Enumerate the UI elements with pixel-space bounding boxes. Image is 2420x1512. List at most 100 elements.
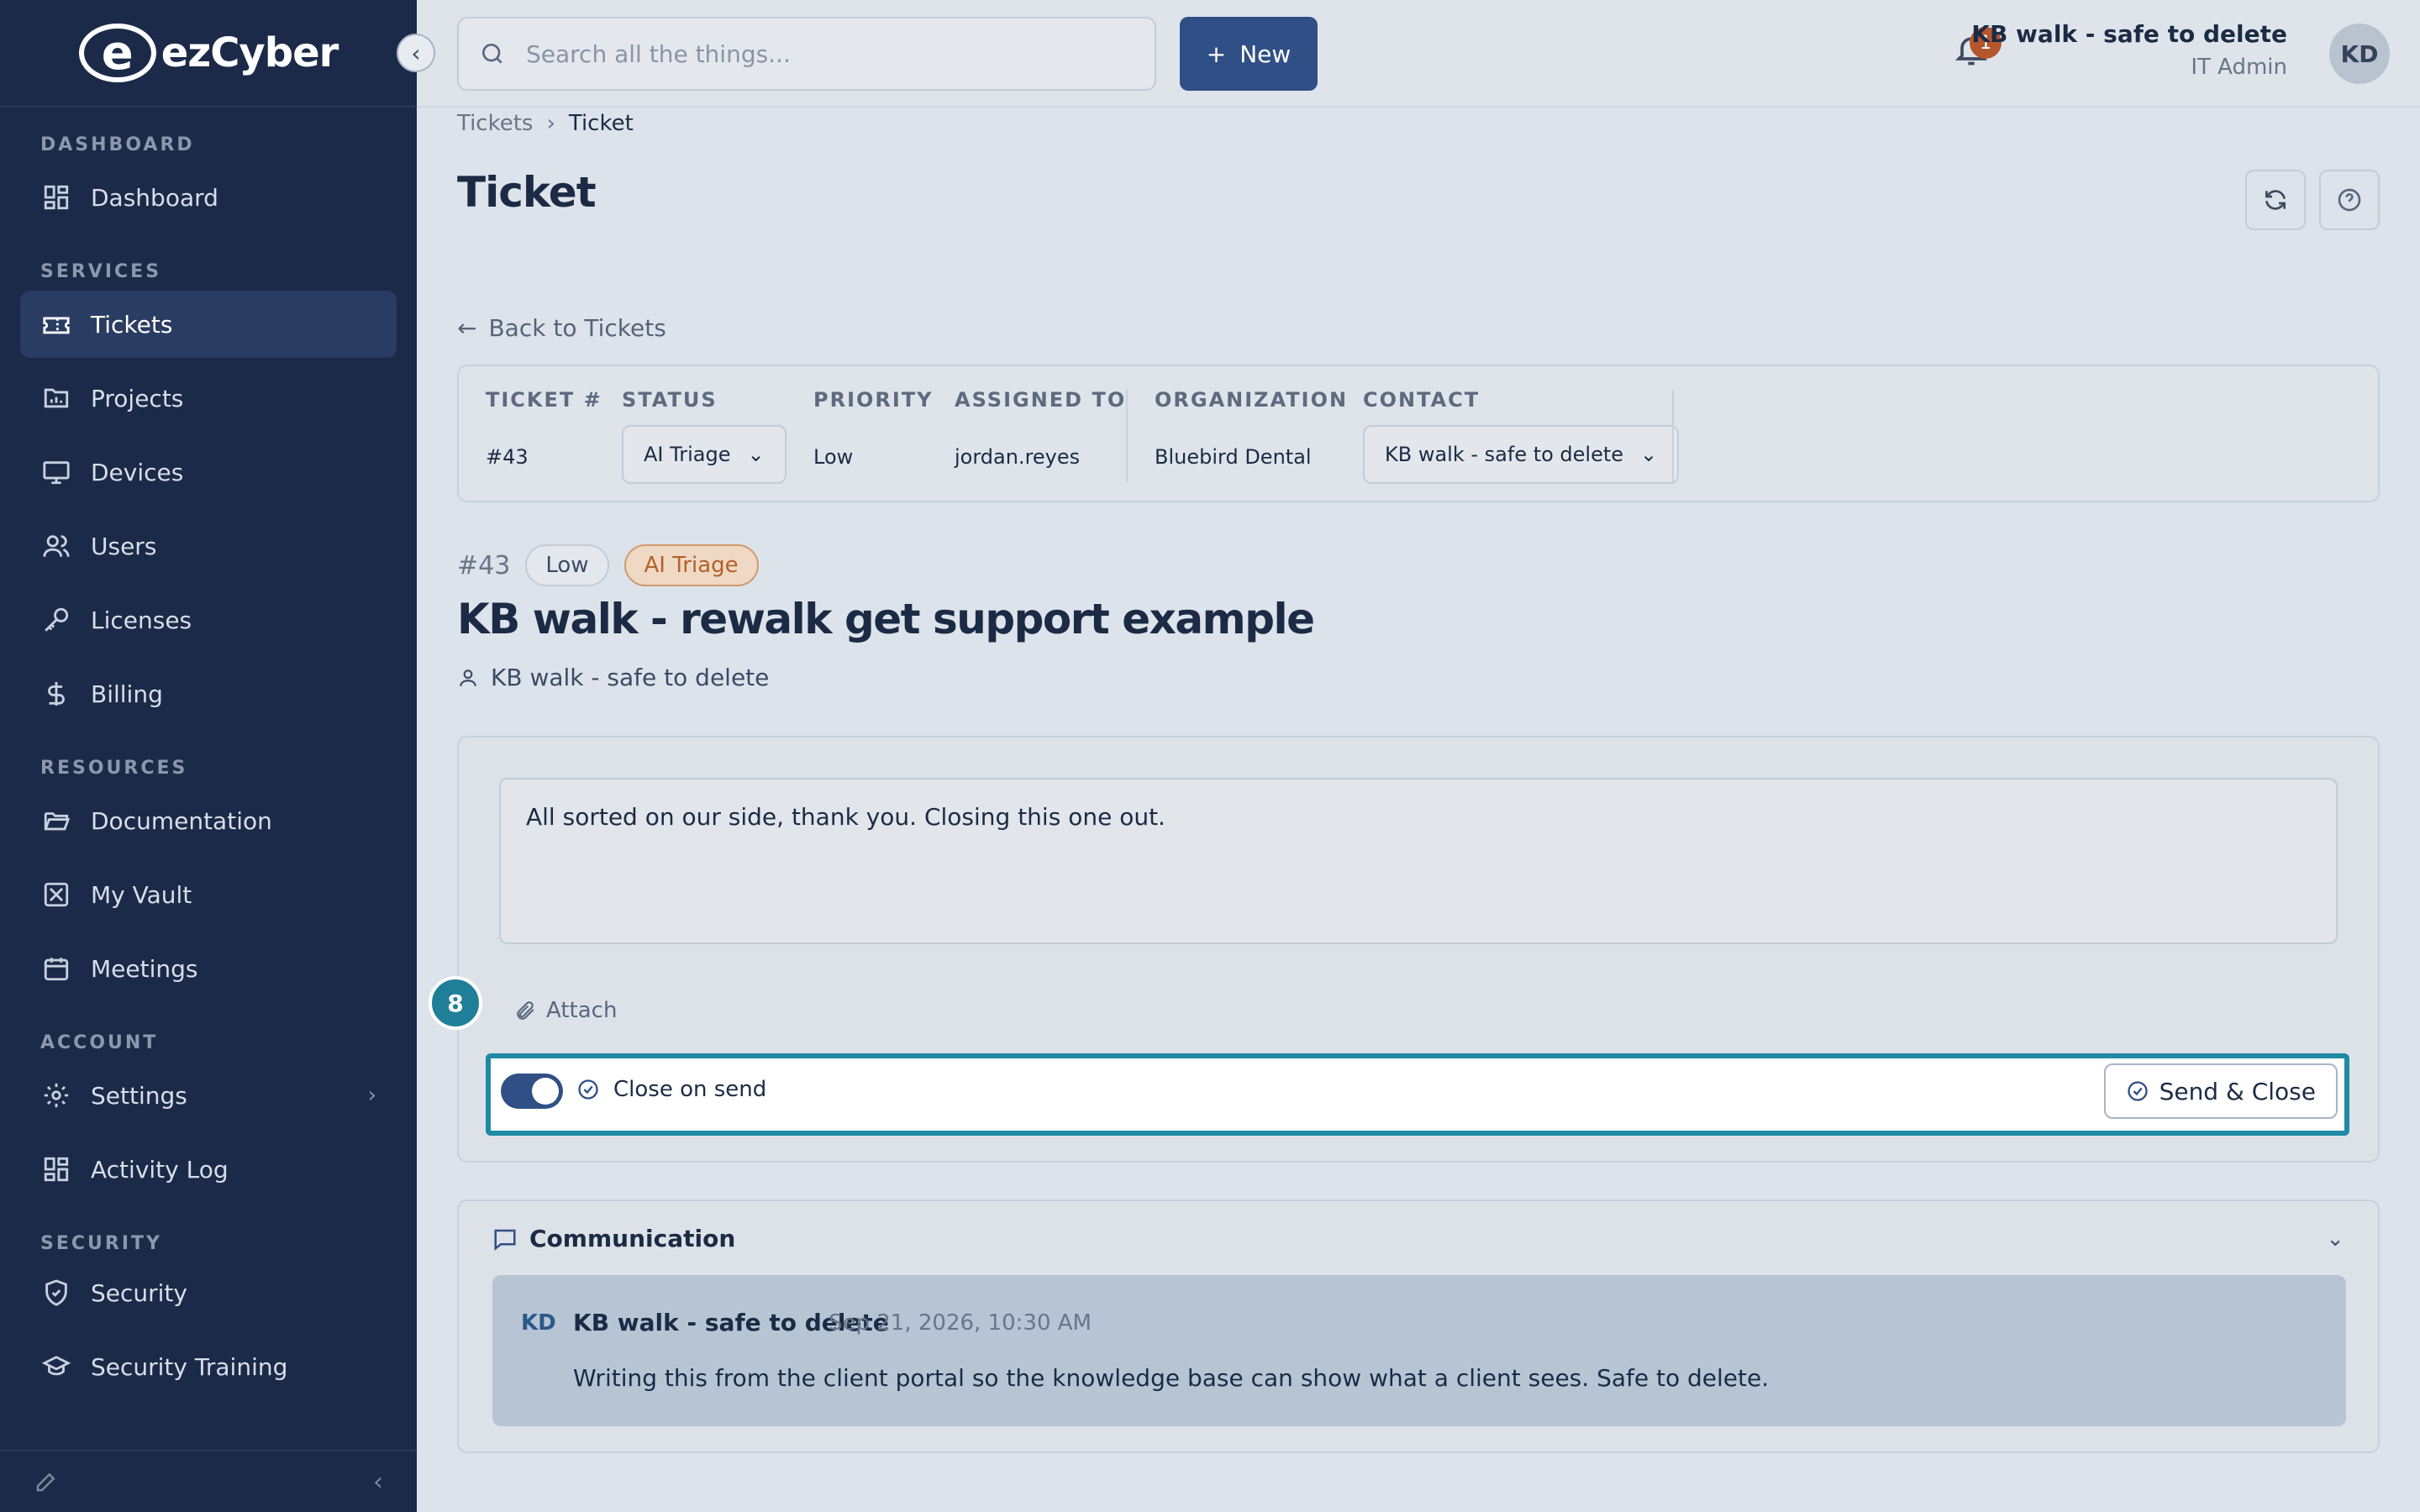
help-button[interactable] [2319, 170, 2380, 230]
plus-icon: + [1206, 39, 1227, 68]
priority-badge: Low [525, 544, 609, 586]
section-resources: RESOURCES [40, 758, 188, 779]
sidebar-item-licenses[interactable]: Licenses [20, 586, 397, 654]
meta-assigned-to: ASSIGNED TO jordan.reyes [955, 388, 1126, 469]
grid-icon [40, 1153, 72, 1185]
user-icon [457, 667, 479, 689]
sidebar-item-label: Documentation [91, 806, 272, 835]
status-select[interactable]: AI Triage ⌄ [622, 425, 786, 484]
sidebar-footer: ‹ [0, 1450, 417, 1512]
close-on-send-toggle[interactable] [501, 1074, 563, 1109]
status-value: AI Triage [644, 443, 731, 466]
sidebar-item-security[interactable]: Security [20, 1259, 397, 1326]
brand-logo[interactable]: e ezCyber [0, 0, 417, 108]
shield-icon [40, 1277, 72, 1309]
send-and-close-button[interactable]: Send & Close [2103, 1063, 2338, 1119]
attach-button[interactable]: Attach [514, 998, 617, 1023]
sidebar-item-label: Devices [91, 458, 184, 486]
back-to-tickets-link[interactable]: ← Back to Tickets [457, 314, 666, 342]
contact-select[interactable]: KB walk - safe to delete ⌄ [1363, 425, 1680, 484]
meta-value: Bluebird Dental [1155, 445, 1312, 469]
breadcrumb-tickets[interactable]: Tickets [457, 111, 533, 136]
chevron-right-icon: › [546, 111, 555, 136]
reply-textarea[interactable]: All sorted on our side, thank you. Closi… [499, 778, 2338, 944]
page-title: Ticket [457, 168, 597, 217]
search-input[interactable]: Search all the things... [457, 17, 1156, 91]
search-placeholder: Search all the things... [526, 39, 791, 68]
collapse-sidebar-button[interactable]: ‹ [397, 34, 435, 72]
sidebar-item-label: Security Training [91, 1352, 288, 1381]
logo-mark: e [78, 24, 156, 82]
status-badge: AI Triage [623, 544, 759, 586]
divider [1126, 390, 1128, 482]
sidebar-item-security-training[interactable]: Security Training [20, 1333, 397, 1400]
sidebar-item-dashboard[interactable]: Dashboard [20, 164, 397, 231]
sidebar-item-label: Security [91, 1278, 187, 1307]
meta-label: ORGANIZATION [1155, 388, 1349, 412]
user-role: IT Admin [2191, 55, 2287, 80]
communication-header[interactable]: Communication [492, 1225, 735, 1252]
chevron-down-icon[interactable]: ⌄ [2326, 1226, 2344, 1252]
chevron-right-icon: › [367, 1083, 376, 1108]
meta-organization: ORGANIZATION Bluebird Dental [1155, 388, 1348, 469]
sidebar-item-devices[interactable]: Devices [20, 438, 397, 506]
check-circle-icon [2126, 1079, 2149, 1103]
sidebar-item-label: Users [91, 532, 157, 560]
new-button[interactable]: + New [1180, 17, 1318, 91]
edit-icon[interactable] [34, 1469, 59, 1494]
contact-value: KB walk - safe to delete [1385, 443, 1624, 466]
search-icon [479, 40, 506, 67]
message-item: KD KB walk - safe to delete Sep 21, 2026… [492, 1275, 2346, 1426]
sidebar-item-label: Projects [91, 384, 184, 412]
help-icon [2336, 186, 2363, 213]
ticket-id: #43 [457, 550, 511, 580]
ticket-icon [40, 308, 72, 340]
divider [1672, 390, 1674, 482]
message-initials: KD [521, 1310, 556, 1336]
monitor-icon [40, 456, 72, 488]
attach-label: Attach [546, 998, 618, 1023]
sidebar-item-label: Tickets [91, 310, 173, 339]
sidebar-item-settings[interactable]: Settings › [20, 1062, 397, 1129]
sidebar-item-tickets[interactable]: Tickets [20, 291, 397, 358]
folder-open-icon [40, 805, 72, 837]
communication-panel: Communication ⌄ KD KB walk - safe to del… [457, 1200, 2380, 1453]
top-bar: Search all the things... + New 1 KB walk… [417, 0, 2420, 108]
sidebar-item-billing[interactable]: Billing [20, 660, 397, 727]
sidebar-item-meetings[interactable]: Meetings [20, 935, 397, 1002]
main-content: Tickets › Ticket Ticket ← Back to Ticket… [417, 109, 2420, 1512]
key-icon [40, 604, 72, 636]
avatar[interactable]: KD [2329, 24, 2390, 84]
send-options-bar: Close on send Send & Close [486, 1053, 2349, 1136]
step-marker: 8 [429, 976, 482, 1030]
ticket-meta-bar: TICKET # #43 STATUS AI Triage ⌄ PRIORITY… [457, 365, 2380, 502]
meta-priority: PRIORITY Low [813, 388, 934, 469]
sidebar-item-label: Dashboard [91, 183, 218, 212]
chevron-down-icon: ⌄ [747, 443, 765, 466]
sidebar-item-activity-log[interactable]: Activity Log [20, 1136, 397, 1203]
grid-icon [40, 181, 72, 213]
message-time: Sep 21, 2026, 10:30 AM [829, 1310, 1092, 1336]
arrow-left-icon: ← [457, 314, 477, 342]
check-circle-icon [576, 1078, 600, 1101]
sidebar-item-projects[interactable]: Projects [20, 365, 397, 432]
new-button-label: New [1239, 39, 1292, 68]
sidebar-item-documentation[interactable]: Documentation [20, 787, 397, 854]
sidebar-item-my-vault[interactable]: My Vault [20, 861, 397, 928]
users-icon [40, 530, 72, 562]
ticket-submitter: KB walk - safe to delete [457, 664, 769, 691]
meta-status: STATUS AI Triage ⌄ [622, 388, 786, 484]
meta-contact: CONTACT KB walk - safe to delete ⌄ [1363, 388, 1680, 484]
communication-title: Communication [529, 1225, 736, 1252]
user-menu[interactable]: KB walk - safe to delete IT Admin [1971, 20, 2287, 80]
sidebar-item-label: Licenses [91, 606, 192, 634]
refresh-button[interactable] [2245, 170, 2306, 230]
meta-value: jordan.reyes [955, 445, 1081, 469]
message-text: Writing this from the client portal so t… [573, 1364, 1770, 1392]
refresh-icon [2262, 186, 2289, 213]
sidebar-item-users[interactable]: Users [20, 512, 397, 580]
ticket-title: KB walk - rewalk get support example [457, 595, 1315, 643]
gear-icon [40, 1079, 72, 1111]
sidebar: e ezCyber DASHBOARD Dashboard SERVICES T… [0, 0, 417, 1512]
collapse-sidebar-icon[interactable]: ‹ [373, 1467, 383, 1497]
